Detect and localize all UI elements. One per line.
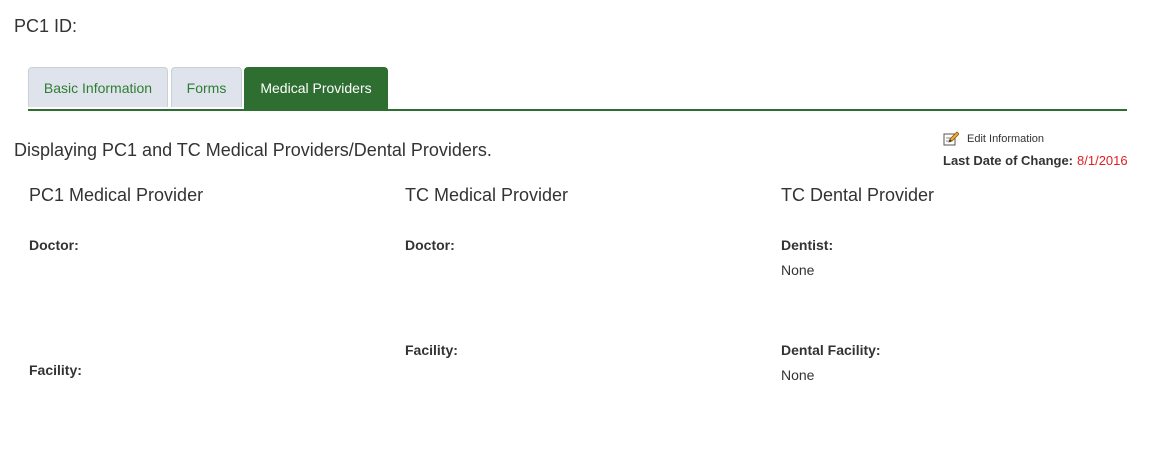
last-change-label: Last Date of Change: [943, 153, 1074, 168]
tc-facility-label: Facility: [405, 342, 458, 358]
tab-medical-providers[interactable]: Medical Providers [244, 67, 388, 109]
tab-basic-information[interactable]: Basic Information [28, 67, 168, 107]
pc1-medical-provider-title: PC1 Medical Provider [29, 185, 204, 205]
edit-information-link[interactable]: Edit Information [943, 131, 1044, 147]
tc-dentist-label: Dentist: [781, 237, 834, 253]
tab-bar: Basic Information Forms Medical Provider… [28, 66, 1127, 111]
pc1-id-label: PC1 ID: [14, 16, 78, 36]
tab-forms[interactable]: Forms [171, 67, 242, 107]
edit-information-label: Edit Information [967, 133, 1045, 145]
tc-medical-provider-title: TC Medical Provider [405, 185, 569, 205]
page: PC1 ID: Basic Information Forms Medical … [0, 0, 1154, 474]
pc1-doctor-label: Doctor: [29, 237, 79, 253]
pencil-edit-icon [943, 131, 959, 146]
tc-dental-provider-title: TC Dental Provider [781, 185, 935, 205]
page-description: Displaying PC1 and TC Medical Providers/… [14, 140, 492, 160]
last-change-date: 8/1/2016 [1077, 153, 1128, 168]
tc-dentist-value: None [781, 262, 815, 278]
tc-dental-facility-value: None [781, 367, 815, 383]
tc-doctor-label: Doctor: [405, 237, 455, 253]
last-change: Last Date of Change: 8/1/2016 [943, 153, 1128, 168]
pc1-facility-label: Facility: [29, 362, 82, 378]
tc-dental-facility-label: Dental Facility: [781, 342, 881, 358]
